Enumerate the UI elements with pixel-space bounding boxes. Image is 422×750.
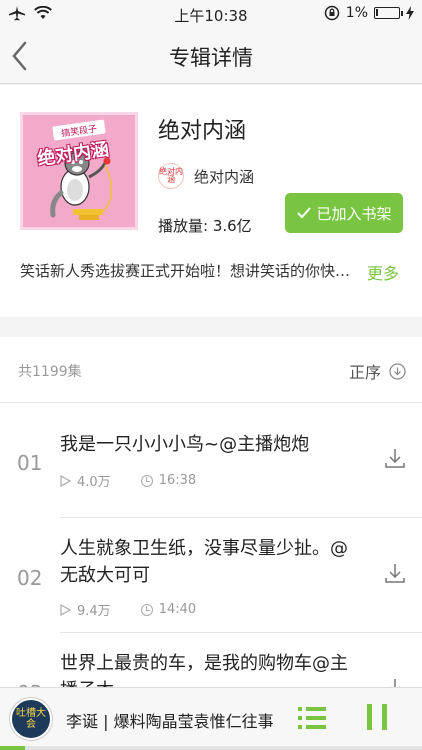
nav-bar: 专辑详情 [0,28,422,84]
player-thumbnail[interactable]: 吐槽大会 [10,698,52,740]
sort-order-label: 正序 [348,363,381,382]
album-description: 笑话新人秀选拔赛正式开始啦！想讲笑话的你快来参加吧 [20,262,355,280]
episode-plays: 4.0万 [77,475,111,490]
shelf-button-label: 已加入书架 [316,204,392,223]
episode-duration: 14:40 [158,602,197,617]
mini-player: 吐槽大会 李诞 | 爆料陶晶莹袁惟仁往事 [0,687,422,750]
album-name: 绝对内涵 [158,119,247,144]
page-title: 专辑详情 [169,46,253,70]
pause-icon[interactable] [364,702,390,732]
player-title[interactable]: 李诞 | 爆料陶晶莹袁惟仁往事 [66,708,276,732]
author-avatar: 绝对内涵 [158,163,184,189]
arrow-down-circle-icon [389,362,406,380]
download-icon[interactable] [384,447,406,469]
episode-count: 共1199集 [18,364,82,380]
battery-percent: 1% [345,5,368,21]
episode-number: 01 [17,451,43,475]
battery-icon [374,7,403,19]
rotation-lock-icon [324,5,340,21]
download-icon[interactable] [384,562,406,584]
album-cover[interactable]: 搞笑段子 绝对内涵 [20,112,138,230]
episode-plays: 9.4万 [77,604,111,619]
episode-meta: 9.4万 14:40 [60,600,196,619]
play-icon [60,474,71,487]
playlist-icon[interactable] [296,704,328,732]
episode-title: 世界上最贵的车，是我的购物车@主播子木 [60,653,348,687]
episode-title: 人生就象卫生纸，没事尽量少扯。@无敌大可可 [60,538,348,586]
list-item[interactable]: 01 我是一只小小小鸟~@主播炮炮 4.0万 16:38 [0,403,422,518]
episode-number: 02 [17,566,43,590]
episode-list: 共1199集 正序 01 我是一只小小小鸟~@主播炮炮 4.0万 16:38 0… [0,337,422,687]
status-bar: 上午10:38 1% [0,0,422,28]
clock-icon [140,603,153,616]
episode-meta: 4.0万 16:38 [60,471,196,490]
playback-progress-fill [0,746,26,750]
checkmark-icon [297,207,312,219]
author-name: 绝对内涵 [194,167,255,186]
list-header: 共1199集 正序 [0,337,422,403]
list-item[interactable]: 03 世界上最贵的车，是我的购物车@主播子木 [0,633,422,687]
play-count: 播放量: 3.6亿 [158,217,252,235]
status-right: 1% [324,5,414,21]
album-author[interactable]: 绝对内涵 绝对内涵 [158,163,254,189]
more-link[interactable]: 更多 [367,260,399,284]
added-to-shelf-button[interactable]: 已加入书架 [285,193,403,233]
playback-progress[interactable] [0,746,422,750]
clock-icon [140,474,153,487]
album-card: 搞笑段子 绝对内涵 绝对内涵 绝对内涵 绝对内涵 播放量: 3.6亿 已加入书架… [0,85,422,317]
episode-duration: 16:38 [158,473,197,488]
sort-order-button[interactable]: 正序 [349,359,406,383]
list-item[interactable]: 02 人生就象卫生纸，没事尽量少扯。@无敌大可可 9.4万 14:40 [0,518,422,633]
play-icon [60,603,71,616]
download-icon[interactable] [384,677,406,687]
charging-icon [406,6,414,20]
episode-title: 我是一只小小小鸟~@主播炮炮 [60,434,310,455]
